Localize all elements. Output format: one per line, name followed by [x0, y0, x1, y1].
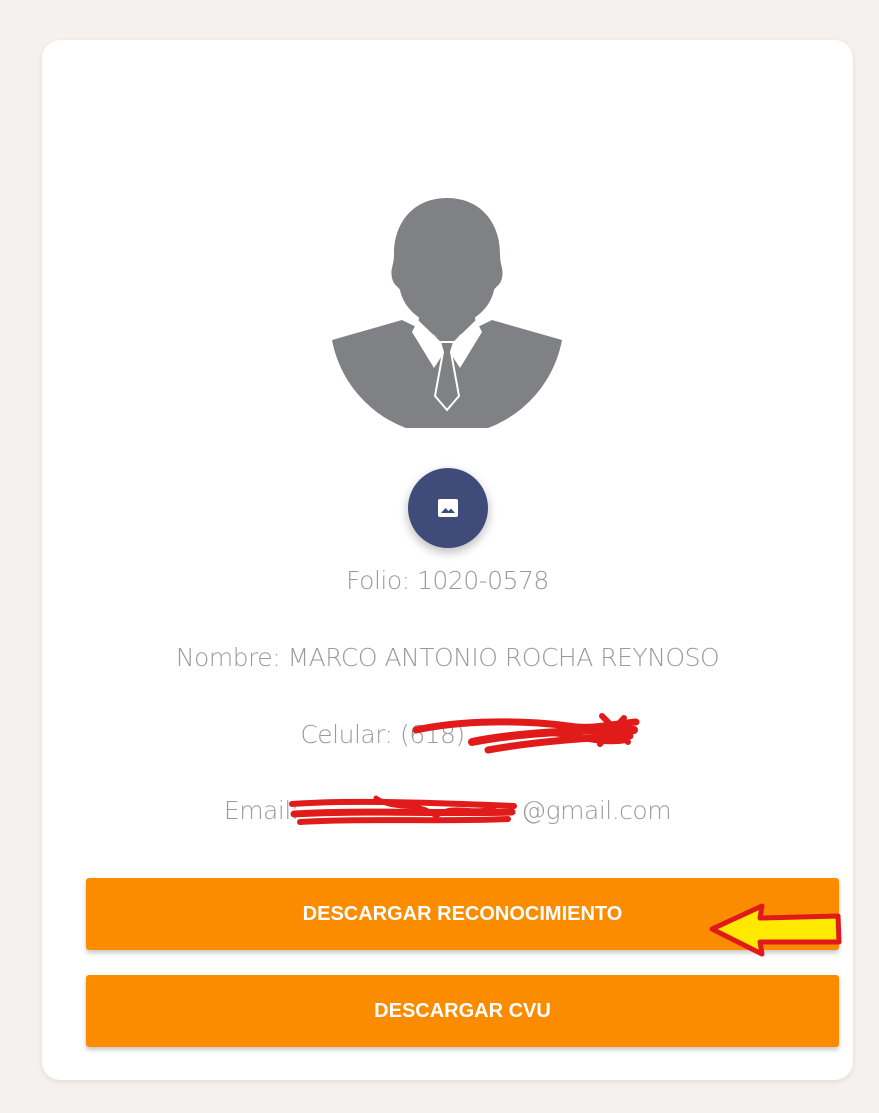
folio-label: Folio:	[346, 566, 410, 595]
image-icon	[438, 499, 458, 517]
celular-line: Celular: (618)	[42, 720, 853, 749]
profile-card: Folio: 1020-0578 Nombre: MARCO ANTONIO R…	[42, 40, 853, 1080]
email-label: Email:	[223, 796, 299, 825]
upload-photo-button[interactable]	[408, 468, 488, 548]
folio-value: 1020-0578	[417, 566, 549, 595]
celular-value: (618)	[400, 720, 595, 749]
email-line: Email: @gmail.com	[42, 796, 853, 825]
celular-label: Celular:	[300, 720, 393, 749]
email-visible: @gmail.com	[521, 796, 672, 825]
folio-line: Folio: 1020-0578	[42, 566, 853, 595]
download-cvu-button[interactable]: DESCARGAR CVU	[86, 975, 839, 1047]
nombre-label: Nombre:	[175, 643, 281, 672]
email-value: @gmail.com	[306, 796, 671, 825]
download-recognition-button[interactable]: DESCARGAR RECONOCIMIENTO	[86, 878, 839, 950]
user-silhouette-icon	[332, 198, 562, 428]
nombre-value: MARCO ANTONIO ROCHA REYNOSO	[287, 643, 720, 672]
celular-visible: (618)	[399, 720, 465, 749]
nombre-line: Nombre: MARCO ANTONIO ROCHA REYNOSO	[42, 643, 853, 672]
